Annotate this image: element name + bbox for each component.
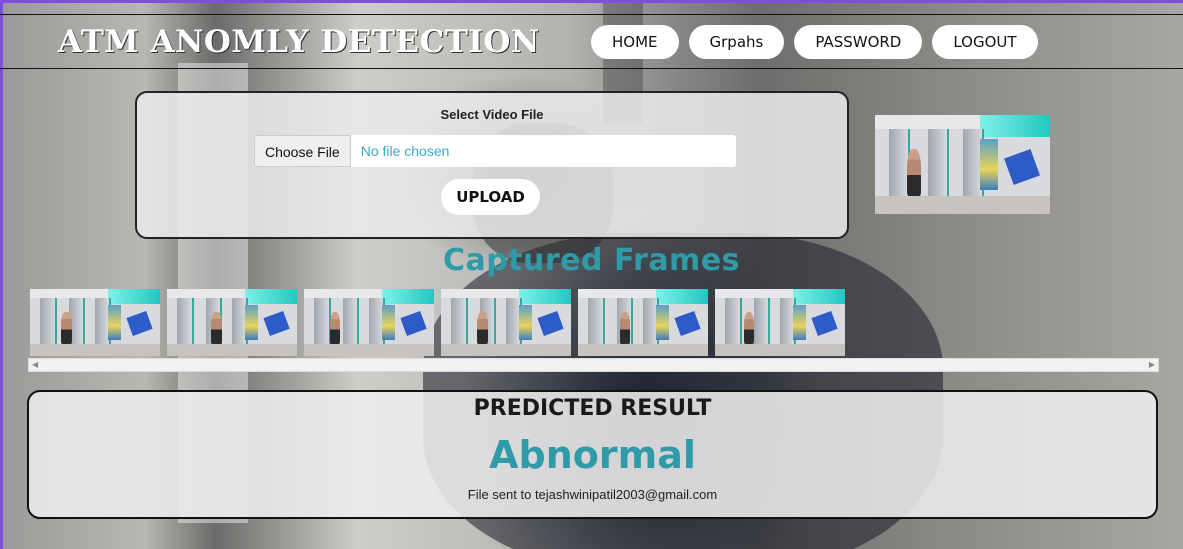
frames-strip[interactable]: ◀ ▶ (28, 288, 1159, 374)
upload-panel: Select Video File Choose File No file ch… (135, 91, 849, 239)
file-status-text: No file chosen (360, 143, 450, 159)
nav-logout-button[interactable]: LOGOUT (932, 25, 1038, 59)
nav-graphs-button[interactable]: Grpahs (688, 25, 785, 59)
app-title: ATM ANOMLY DETECTION (58, 24, 540, 60)
choose-file-button[interactable]: Choose File (254, 135, 351, 167)
result-title: PREDICTED RESULT (473, 396, 712, 421)
frame-thumbnail[interactable] (715, 289, 845, 356)
captured-frames-title: Captured Frames (442, 243, 741, 278)
frame-thumbnail[interactable] (578, 289, 708, 356)
nav-password-button[interactable]: PASSWORD (794, 25, 923, 59)
frames-row (30, 289, 845, 356)
upload-title: Select Video File (440, 107, 544, 122)
scroll-left-arrow-icon[interactable]: ◀ (32, 360, 38, 369)
frame-thumbnail[interactable] (30, 289, 160, 356)
result-value: Abnormal (489, 433, 696, 477)
horizontal-scrollbar[interactable]: ◀ ▶ (28, 358, 1159, 372)
frame-thumbnail[interactable] (304, 289, 434, 356)
video-file-input[interactable]: Choose File No file chosen (254, 135, 736, 167)
frame-thumbnail[interactable] (441, 289, 571, 356)
result-note: File sent to tejashwinipatil2003@gmail.c… (467, 487, 718, 502)
video-preview (875, 115, 1050, 214)
frame-thumbnail[interactable] (167, 289, 297, 356)
nav-home-button[interactable]: HOME (591, 25, 679, 59)
upload-button[interactable]: UPLOAD (441, 179, 540, 215)
result-panel: PREDICTED RESULT Abnormal File sent to t… (27, 390, 1158, 519)
nav-menu: HOME Grpahs PASSWORD LOGOUT (591, 25, 1038, 59)
scroll-right-arrow-icon[interactable]: ▶ (1149, 360, 1155, 369)
header-bar: ATM ANOMLY DETECTION HOME Grpahs PASSWOR… (0, 14, 1183, 69)
